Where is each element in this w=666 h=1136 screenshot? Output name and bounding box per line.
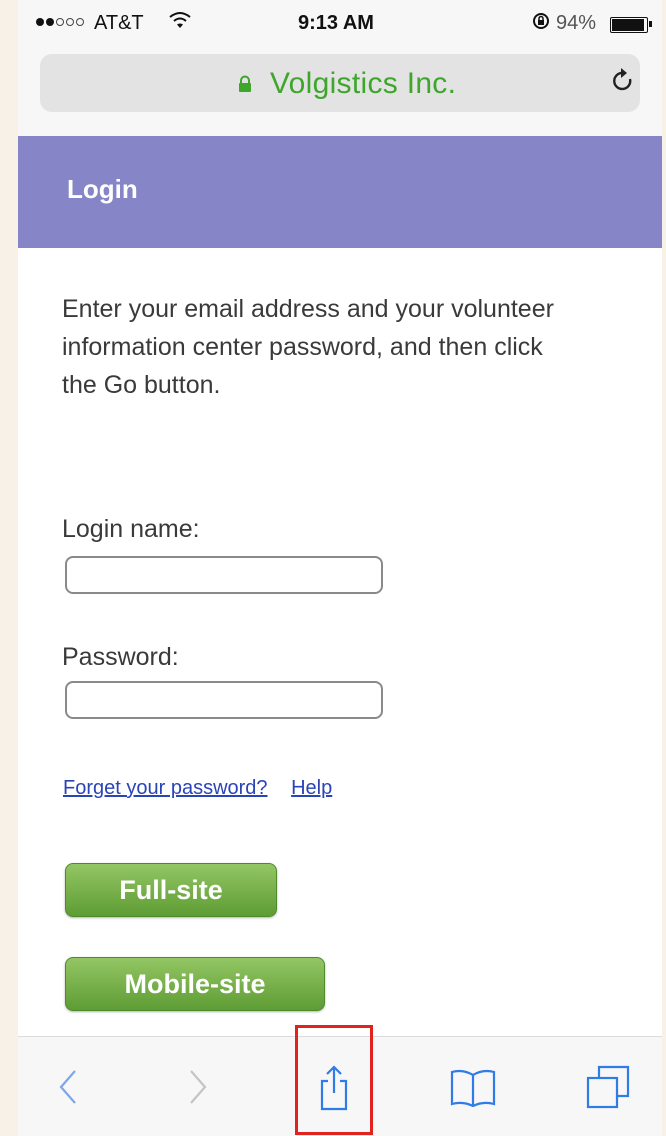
tabs-icon[interactable] (573, 1037, 643, 1136)
bookmarks-icon[interactable] (438, 1037, 508, 1136)
wifi-icon (168, 10, 192, 36)
reload-icon[interactable] (610, 67, 636, 105)
forgot-password-link[interactable]: Forget your password? (63, 777, 268, 799)
back-icon[interactable] (38, 1037, 98, 1136)
share-icon[interactable] (304, 1037, 364, 1136)
password-input[interactable] (65, 681, 383, 719)
status-bar: AT&T 9:13 AM 94% (18, 0, 662, 46)
full-site-button[interactable]: Full-site (65, 863, 277, 917)
carrier-name: AT&T (94, 12, 144, 34)
login-name-label: Login name: (62, 515, 200, 543)
phone-screen: AT&T 9:13 AM 94% Volgistics Inc. Login E… (18, 0, 662, 1136)
status-time: 9:13 AM (298, 12, 374, 34)
lock-icon (236, 75, 254, 93)
bottom-toolbar (18, 1036, 662, 1136)
battery-percent: 94% (556, 12, 597, 34)
page-title: Login (67, 174, 138, 204)
login-name-input[interactable] (65, 556, 383, 594)
login-links: Forget your password? Help (63, 777, 332, 800)
password-label: Password: (62, 643, 179, 671)
forward-icon[interactable] (168, 1037, 228, 1136)
address-bar-area: Volgistics Inc. (18, 46, 662, 136)
signal-strength-icon (36, 18, 84, 26)
url-host: Volgistics Inc. (270, 67, 457, 100)
orientation-lock-icon (532, 12, 550, 35)
page-header: Login (18, 136, 662, 248)
mobile-site-button[interactable]: Mobile-site (65, 957, 325, 1011)
address-bar[interactable]: Volgistics Inc. (40, 54, 640, 112)
battery-icon (610, 17, 652, 33)
help-link[interactable]: Help (291, 777, 332, 799)
instructions-text: Enter your email address and your volunt… (62, 295, 554, 399)
